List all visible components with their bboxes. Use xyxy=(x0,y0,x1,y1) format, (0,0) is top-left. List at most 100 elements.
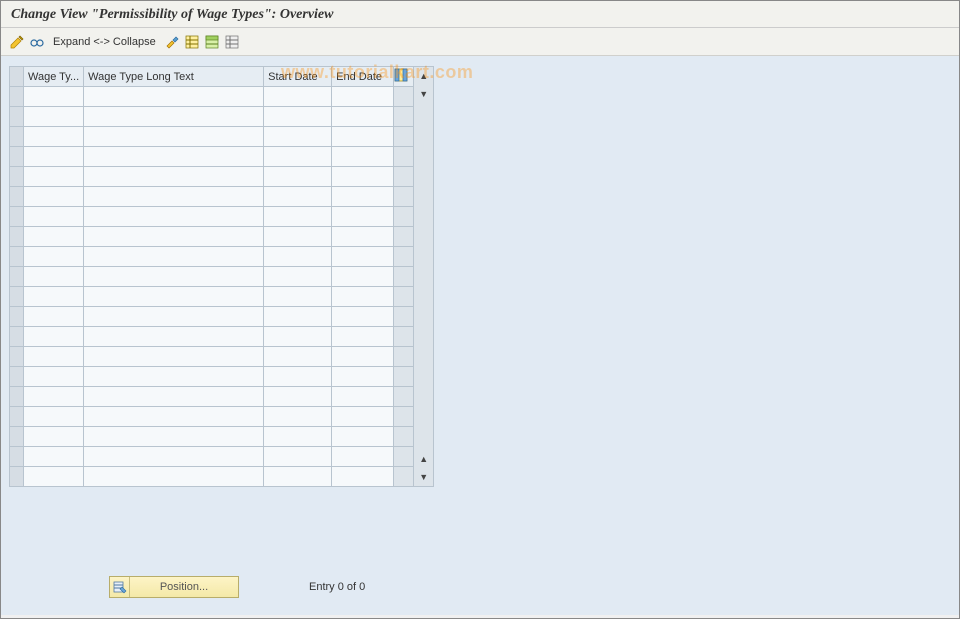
cell-long-text[interactable] xyxy=(84,207,264,227)
cell-wage-type[interactable] xyxy=(24,447,84,467)
table-row[interactable] xyxy=(10,87,414,107)
cell-start-date[interactable] xyxy=(264,427,332,447)
cell-long-text[interactable] xyxy=(84,467,264,487)
glasses-icon[interactable] xyxy=(29,34,45,50)
cell-end-date[interactable] xyxy=(332,167,394,187)
cell-start-date[interactable] xyxy=(264,407,332,427)
table-row[interactable] xyxy=(10,127,414,147)
cell-start-date[interactable] xyxy=(264,247,332,267)
row-selector[interactable] xyxy=(10,447,24,467)
cell-start-date[interactable] xyxy=(264,367,332,387)
cell-long-text[interactable] xyxy=(84,247,264,267)
cell-end-date[interactable] xyxy=(332,227,394,247)
cell-wage-type[interactable] xyxy=(24,467,84,487)
table-config-button[interactable] xyxy=(394,67,414,87)
cell-start-date[interactable] xyxy=(264,387,332,407)
table-row[interactable] xyxy=(10,207,414,227)
cell-start-date[interactable] xyxy=(264,307,332,327)
vertical-scrollbar[interactable]: ▲ ▼ ▲ ▼ xyxy=(414,66,434,487)
deselect-all-icon[interactable] xyxy=(224,34,240,50)
table-row[interactable] xyxy=(10,447,414,467)
table-row[interactable] xyxy=(10,367,414,387)
table-row[interactable] xyxy=(10,287,414,307)
scroll-line-down-icon[interactable]: ▼ xyxy=(415,468,433,486)
cell-wage-type[interactable] xyxy=(24,307,84,327)
cell-end-date[interactable] xyxy=(332,307,394,327)
cell-long-text[interactable] xyxy=(84,387,264,407)
table-row[interactable] xyxy=(10,327,414,347)
cell-long-text[interactable] xyxy=(84,367,264,387)
cell-wage-type[interactable] xyxy=(24,227,84,247)
select-all-icon[interactable] xyxy=(184,34,200,50)
cell-wage-type[interactable] xyxy=(24,127,84,147)
cell-start-date[interactable] xyxy=(264,207,332,227)
cell-start-date[interactable] xyxy=(264,187,332,207)
cell-start-date[interactable] xyxy=(264,467,332,487)
row-selector-header[interactable] xyxy=(10,67,24,87)
table-row[interactable] xyxy=(10,427,414,447)
column-header-end-date[interactable]: End Date xyxy=(332,67,394,87)
row-selector[interactable] xyxy=(10,127,24,147)
table-row[interactable] xyxy=(10,147,414,167)
table-row[interactable] xyxy=(10,267,414,287)
scroll-page-down-icon[interactable]: ▲ xyxy=(415,450,433,468)
edit-icon[interactable] xyxy=(9,34,25,50)
cell-long-text[interactable] xyxy=(84,327,264,347)
table-row[interactable] xyxy=(10,347,414,367)
cell-end-date[interactable] xyxy=(332,467,394,487)
cell-wage-type[interactable] xyxy=(24,187,84,207)
cell-long-text[interactable] xyxy=(84,227,264,247)
cell-wage-type[interactable] xyxy=(24,147,84,167)
cell-long-text[interactable] xyxy=(84,147,264,167)
row-selector[interactable] xyxy=(10,427,24,447)
cell-end-date[interactable] xyxy=(332,107,394,127)
cell-start-date[interactable] xyxy=(264,327,332,347)
cell-wage-type[interactable] xyxy=(24,407,84,427)
column-header-wage-type[interactable]: Wage Ty... xyxy=(24,67,84,87)
cell-wage-type[interactable] xyxy=(24,427,84,447)
cell-end-date[interactable] xyxy=(332,127,394,147)
row-selector[interactable] xyxy=(10,207,24,227)
cell-end-date[interactable] xyxy=(332,87,394,107)
cell-wage-type[interactable] xyxy=(24,367,84,387)
row-selector[interactable] xyxy=(10,387,24,407)
cell-long-text[interactable] xyxy=(84,107,264,127)
cell-long-text[interactable] xyxy=(84,407,264,427)
table-row[interactable] xyxy=(10,227,414,247)
cell-end-date[interactable] xyxy=(332,247,394,267)
cell-start-date[interactable] xyxy=(264,287,332,307)
cell-wage-type[interactable] xyxy=(24,387,84,407)
cell-start-date[interactable] xyxy=(264,87,332,107)
cell-start-date[interactable] xyxy=(264,127,332,147)
cell-long-text[interactable] xyxy=(84,187,264,207)
cell-wage-type[interactable] xyxy=(24,267,84,287)
table-row[interactable] xyxy=(10,387,414,407)
column-header-long-text[interactable]: Wage Type Long Text xyxy=(84,67,264,87)
row-selector[interactable] xyxy=(10,467,24,487)
row-selector[interactable] xyxy=(10,367,24,387)
cell-wage-type[interactable] xyxy=(24,87,84,107)
cell-end-date[interactable] xyxy=(332,147,394,167)
cell-long-text[interactable] xyxy=(84,87,264,107)
cell-long-text[interactable] xyxy=(84,347,264,367)
table-row[interactable] xyxy=(10,307,414,327)
cell-end-date[interactable] xyxy=(332,387,394,407)
table-row[interactable] xyxy=(10,187,414,207)
row-selector[interactable] xyxy=(10,287,24,307)
select-block-icon[interactable] xyxy=(204,34,220,50)
cell-wage-type[interactable] xyxy=(24,107,84,127)
cell-start-date[interactable] xyxy=(264,107,332,127)
table-row[interactable] xyxy=(10,407,414,427)
delimit-icon[interactable] xyxy=(164,34,180,50)
cell-end-date[interactable] xyxy=(332,407,394,427)
position-button[interactable]: Position... xyxy=(109,576,239,598)
row-selector[interactable] xyxy=(10,247,24,267)
cell-long-text[interactable] xyxy=(84,127,264,147)
cell-start-date[interactable] xyxy=(264,167,332,187)
cell-wage-type[interactable] xyxy=(24,247,84,267)
table-row[interactable] xyxy=(10,107,414,127)
row-selector[interactable] xyxy=(10,87,24,107)
cell-wage-type[interactable] xyxy=(24,347,84,367)
column-header-start-date[interactable]: Start Date xyxy=(264,67,332,87)
cell-long-text[interactable] xyxy=(84,307,264,327)
